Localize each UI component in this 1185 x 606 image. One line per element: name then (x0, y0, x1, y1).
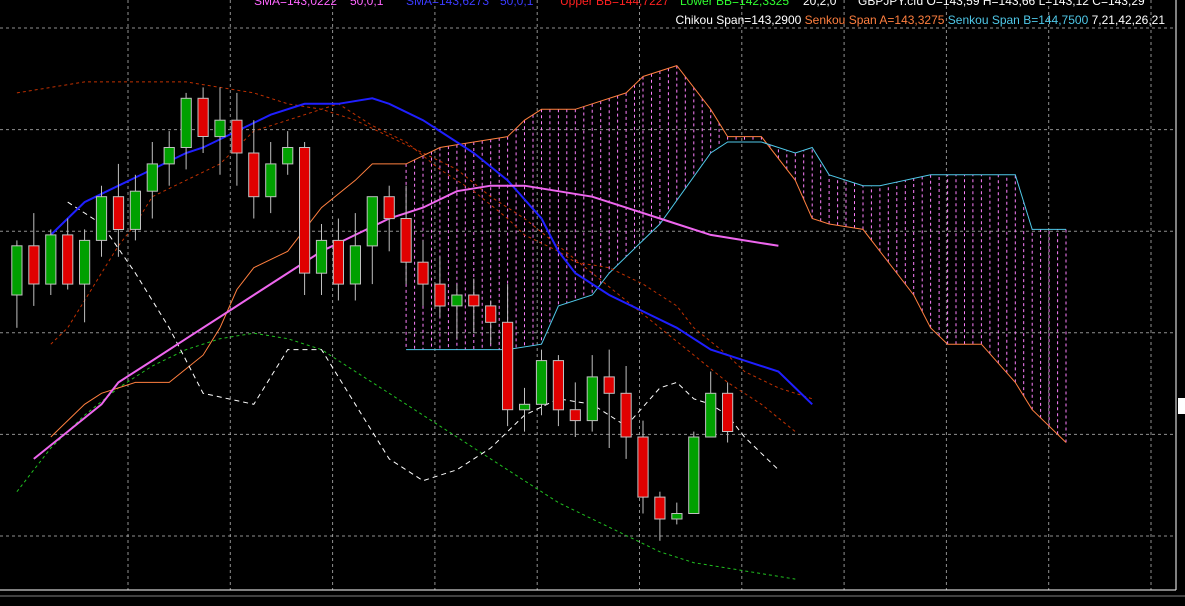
sma1-label: SMA=143,0222 (254, 0, 337, 8)
candle-bullish (315, 239, 328, 274)
candle-bearish (417, 261, 429, 285)
candle-bearish (28, 245, 40, 285)
sma2-label: SMA=143,6273 (406, 0, 489, 8)
candle-bullish (519, 403, 531, 411)
ohlc-readout: GBPJPY.cfd O=143,59 H=143,66 L=143,12 C=… (858, 0, 1145, 8)
candle-bearish (502, 321, 514, 411)
candle-bullish (366, 196, 378, 247)
candle-bullish (180, 97, 192, 149)
candle-bullish (265, 163, 277, 198)
candle-bearish (654, 496, 666, 520)
ichimoku-legend: Chikou Span=143,2900 Senkou Span A=143,3… (676, 13, 1166, 27)
candle-bullish (45, 234, 57, 285)
candle-bullish (163, 147, 175, 165)
candle-bearish (569, 409, 581, 422)
candle-bullish (146, 163, 158, 192)
legend-entry: Chikou Span=143,2900 (676, 13, 805, 27)
candle-bearish (400, 218, 412, 263)
candle-bearish (722, 392, 734, 432)
sma1-params: 50,0,1 (350, 0, 384, 8)
candle-bearish (485, 305, 497, 323)
candle-bearish (434, 283, 446, 307)
candle-bearish (332, 239, 344, 285)
candle-bullish (95, 196, 108, 241)
candle-bullish (688, 436, 700, 514)
legend-params: 7,21,42,26,21 (1092, 13, 1166, 27)
candle-bearish (62, 234, 74, 285)
chart-window[interactable]: SMA=143,0222 50,0,1 SMA=143,6273 50,0,1 … (0, 0, 1185, 601)
candle-bullish (79, 239, 91, 285)
candle-bullish (11, 245, 23, 296)
candle-bullish (349, 245, 361, 285)
upper-bb-label: Upper BB=144,7227 (560, 0, 669, 8)
candle-bearish (112, 196, 125, 230)
candle-bearish (231, 119, 243, 154)
legend-entry: Senkou Span B=144,7500 (948, 13, 1092, 27)
candle-bearish (248, 152, 260, 198)
candle-bearish (620, 392, 632, 438)
candle-bullish (129, 190, 142, 230)
candle-bullish (671, 513, 683, 520)
candle-bullish (282, 147, 294, 165)
candle-bearish (468, 294, 480, 307)
lower-bb-label: Lower BB=142,3325 (680, 0, 789, 8)
candle-bearish (383, 196, 395, 220)
candle-bullish (586, 376, 598, 422)
bb-params: 20,2,0 (803, 0, 837, 8)
candle-bearish (603, 376, 615, 394)
candle-bearish (299, 147, 311, 274)
candle-bullish (705, 392, 717, 438)
candle-bearish (197, 97, 209, 138)
candle-bullish (214, 119, 226, 138)
current-price-marker (1178, 398, 1185, 414)
candle-bearish (552, 360, 564, 411)
candle-bullish (535, 360, 548, 405)
candle-bullish (451, 294, 463, 307)
legend-entry: Senkou Span A=143,3275 (805, 13, 948, 27)
price-chart[interactable]: SMA=143,0222 50,0,1 SMA=143,6273 50,0,1 … (0, 0, 1185, 601)
sma2-params: 50,0,1 (500, 0, 534, 8)
candle-bearish (637, 436, 649, 498)
